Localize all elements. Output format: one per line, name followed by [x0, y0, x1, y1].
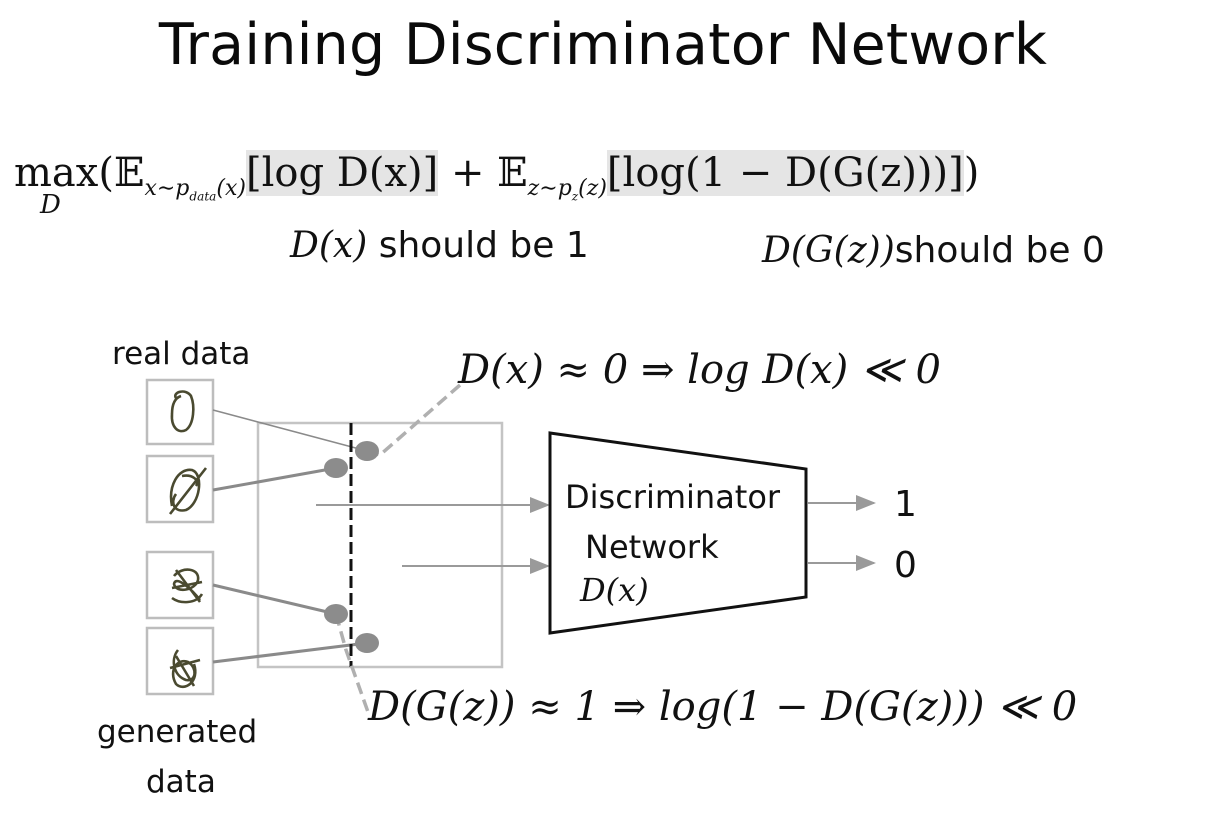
- sample-dot: [355, 633, 379, 653]
- real-annotation-leader: [366, 383, 462, 457]
- batch-frame: [256, 421, 504, 669]
- sample-connector: [212, 466, 337, 492]
- sample-connector: [212, 641, 368, 664]
- network-name-line1: Discriminator: [565, 478, 781, 516]
- generated-sample-box: [145, 550, 215, 620]
- sample-dot: [324, 604, 348, 624]
- real-sample-box: [145, 454, 215, 524]
- network-function: D(x): [580, 571, 649, 609]
- slide: Training Discriminator Network max D (𝔼x∼p…: [0, 0, 1206, 818]
- sample-connector: [212, 409, 368, 452]
- real-sample-box: [145, 378, 215, 446]
- sample-connector: [212, 583, 337, 616]
- output-real: 1: [894, 484, 917, 525]
- diagram-canvas: [145, 378, 876, 713]
- sample-dot: [324, 458, 348, 478]
- sample-dot: [355, 441, 379, 461]
- output-fake: 0: [894, 545, 917, 586]
- network-name-line2: Network: [585, 528, 719, 566]
